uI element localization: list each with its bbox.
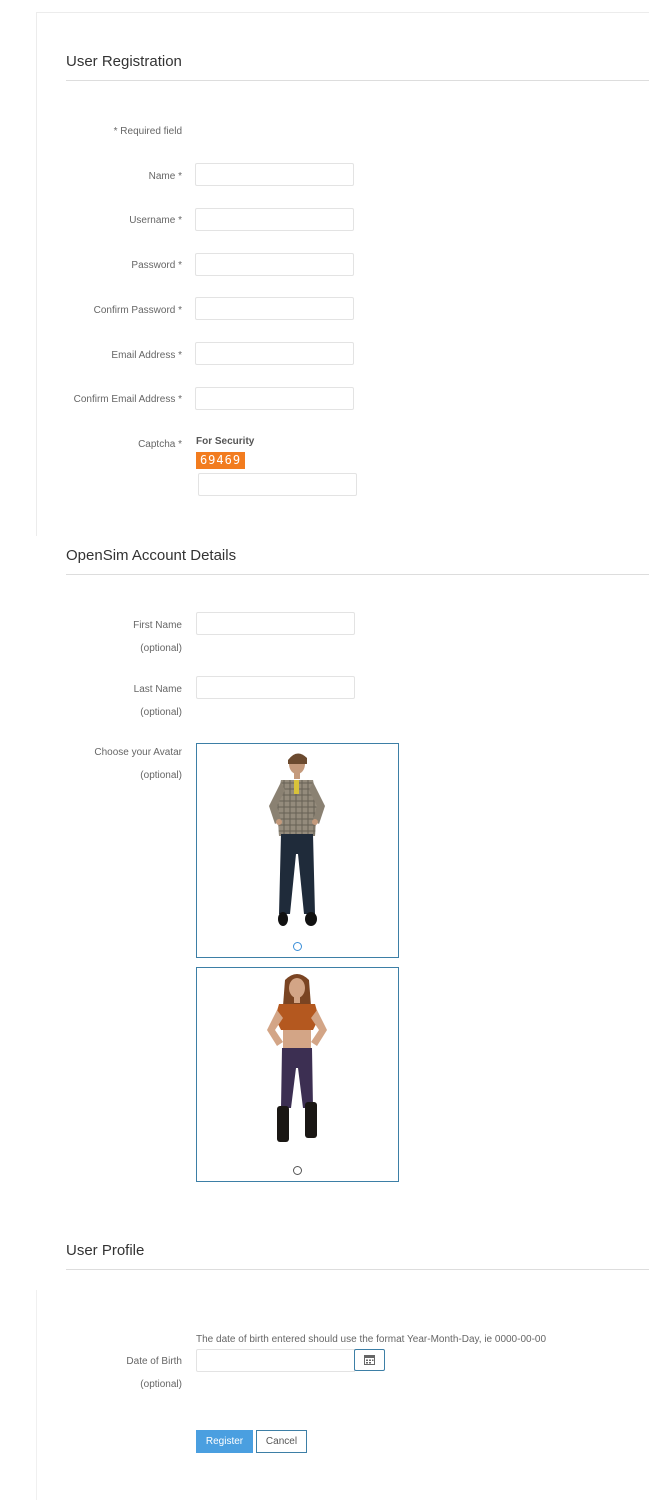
username-input[interactable] — [195, 208, 354, 231]
captcha-input[interactable] — [198, 473, 357, 496]
username-label: Username * — [129, 215, 182, 226]
confirm-email-label: Confirm Email Address * — [73, 394, 182, 405]
frame-top-border — [36, 12, 649, 13]
section-title-registration: User Registration — [66, 53, 182, 70]
last-name-optional: (optional) — [140, 707, 182, 718]
dob-input[interactable] — [196, 1349, 355, 1372]
section-divider — [66, 80, 649, 81]
register-button[interactable]: Register — [196, 1430, 253, 1453]
section-title-profile: User Profile — [66, 1242, 145, 1259]
dob-optional: (optional) — [140, 1379, 182, 1390]
avatar-radio-male[interactable] — [293, 942, 302, 951]
name-input[interactable] — [195, 163, 354, 186]
section-divider — [66, 574, 649, 575]
email-input[interactable] — [195, 342, 354, 365]
section-divider — [66, 1269, 649, 1270]
last-name-label: Last Name — [133, 684, 182, 695]
cancel-button[interactable]: Cancel — [256, 1430, 307, 1453]
last-name-input[interactable] — [196, 676, 355, 699]
password-input[interactable] — [195, 253, 354, 276]
frame-left-border-lower — [36, 1290, 37, 1500]
captcha-label: Captcha * — [138, 439, 182, 450]
confirm-email-input[interactable] — [195, 387, 354, 410]
confirm-password-input[interactable] — [195, 297, 354, 320]
first-name-input[interactable] — [196, 612, 355, 635]
dob-label: Date of Birth — [126, 1356, 182, 1367]
section-title-opensim: OpenSim Account Details — [66, 547, 237, 564]
avatar-optional: (optional) — [140, 770, 182, 781]
avatar-option-female[interactable] — [196, 967, 399, 1182]
avatar-option-male[interactable] — [196, 743, 399, 958]
email-label: Email Address * — [111, 350, 182, 361]
required-field-note: * Required field — [113, 126, 182, 137]
captcha-title: For Security — [196, 436, 255, 447]
avatar-label: Choose your Avatar — [94, 747, 182, 758]
captcha-image: 69469 — [196, 452, 245, 469]
female-avatar-icon — [267, 974, 327, 1142]
password-label: Password * — [131, 260, 182, 271]
male-avatar-icon — [269, 753, 325, 926]
dob-format-hint: The date of birth entered should use the… — [196, 1334, 547, 1345]
frame-left-border — [36, 12, 37, 536]
calendar-icon — [364, 1355, 375, 1365]
name-label: Name * — [148, 171, 182, 182]
avatar-radio-female[interactable] — [293, 1166, 302, 1175]
calendar-button[interactable] — [354, 1349, 385, 1371]
first-name-optional: (optional) — [140, 643, 182, 654]
confirm-password-label: Confirm Password * — [93, 305, 182, 316]
first-name-label: First Name — [133, 620, 182, 631]
